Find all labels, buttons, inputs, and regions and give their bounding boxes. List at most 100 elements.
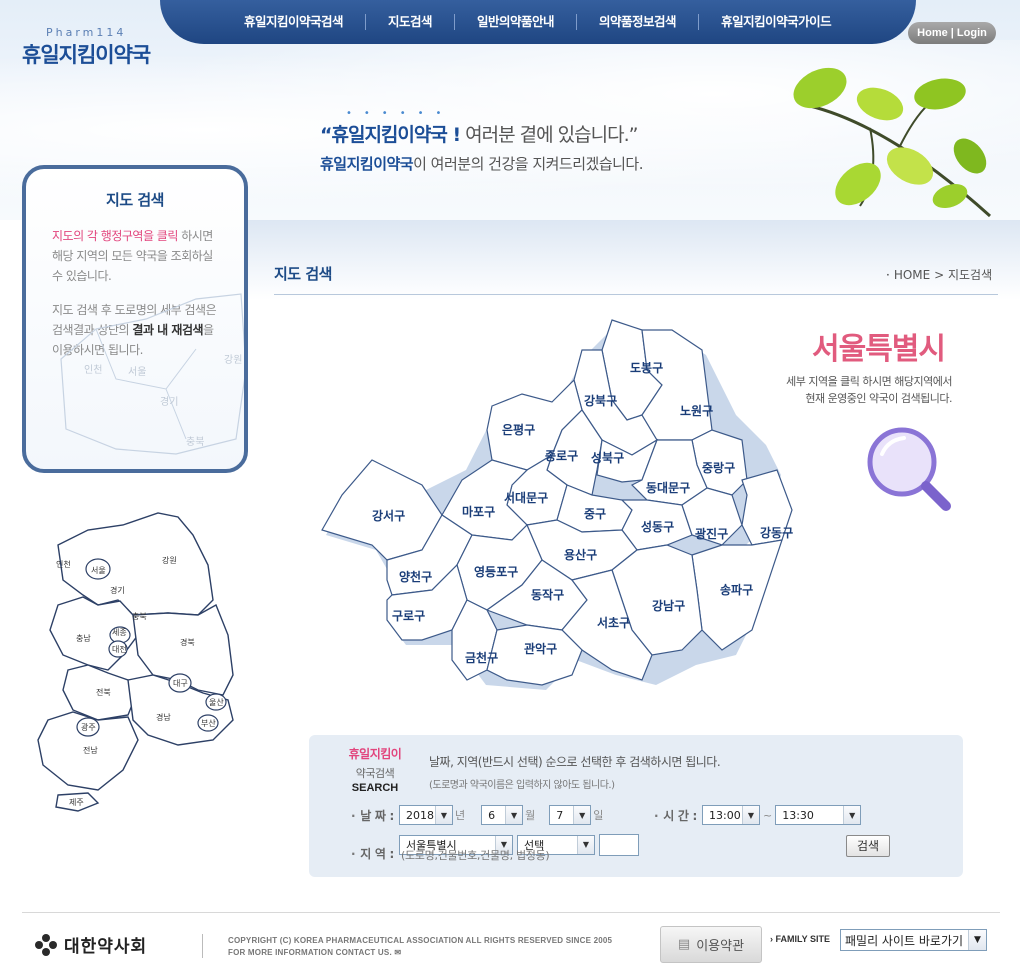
district-label-yeongdeungpo[interactable]: 영등포구 <box>474 564 518 579</box>
region-label-gyeongnam[interactable]: 경남 <box>156 712 171 722</box>
chevron-down-icon: ▼ <box>577 835 594 854</box>
region-label-gyeongbuk[interactable]: 경북 <box>180 637 195 647</box>
district-label-seocho[interactable]: 서초구 <box>597 615 630 630</box>
footer-logo: 대한약사회 <box>34 932 147 957</box>
district-label-gangdong[interactable]: 강동구 <box>760 526 793 540</box>
region-label-text: 지 역 : <box>360 847 395 861</box>
korea-province-map[interactable]: 인천 서울 경기 강원 충북 충남 세종 대전 경북 대구 전북 울산 경남 부… <box>28 505 243 815</box>
month-unit: 월 <box>525 809 536 822</box>
district-label-nowon[interactable]: 노원구 <box>680 404 713 418</box>
district-label-gangbuk[interactable]: 강북구 <box>584 394 617 408</box>
region-label-jeju[interactable]: 제주 <box>69 798 84 807</box>
district-label-geumcheon[interactable]: 금천구 <box>465 650 498 665</box>
home-login-button[interactable]: Home | Login <box>908 22 996 44</box>
district-label-eunpyeong[interactable]: 은평구 <box>502 423 535 437</box>
year-unit: 년 <box>455 809 466 822</box>
slogan-line-1-rest: 여러분 곁에 있습니다.” <box>460 124 638 146</box>
region-label-chungnam[interactable]: 충남 <box>76 634 91 643</box>
time-to-select[interactable]: 13:30 ▼ <box>775 805 862 825</box>
district-label-yongsan[interactable]: 용산구 <box>564 547 597 562</box>
date-label-text: 날 짜 : <box>360 808 395 823</box>
region-label-jeonnam[interactable]: 전남 <box>83 745 98 755</box>
region-label-gangwon[interactable]: 강원 <box>162 555 177 565</box>
map-search-info-panel: 인천 서울 경기 강원 충북 지도 검색 지도의 각 행정구역을 클릭 하시면 … <box>22 165 248 473</box>
district-label-gwangjin[interactable]: 광진구 <box>695 526 728 541</box>
breadcrumb-home[interactable]: HOME <box>894 268 930 282</box>
kpa-emblem-icon <box>35 933 57 956</box>
district-label-mapo[interactable]: 마포구 <box>462 504 495 519</box>
time-from-value: 13:00 <box>709 808 741 822</box>
footer-divider <box>22 912 1000 913</box>
district-label-yangcheon[interactable]: 양천구 <box>399 569 432 584</box>
content-header-background <box>248 220 1020 300</box>
nav-pharmacy-search[interactable]: 휴일지킴이약국검색 <box>222 14 367 30</box>
green-leaves-illustration <box>793 67 992 218</box>
chevron-down-icon: ▼ <box>742 806 759 824</box>
mail-icon[interactable]: ✉ <box>394 948 401 957</box>
logo-small-text: Pharm114 <box>46 26 127 39</box>
region-label-daejeon[interactable]: 대전 <box>112 644 127 654</box>
region-label-incheon[interactable]: 인천 <box>56 559 71 569</box>
district-label-seongdong[interactable]: 성동구 <box>641 520 674 534</box>
copyright-line-2-text: FOR MORE INFORMATION CONTACT US. <box>228 948 392 957</box>
district-label-gwanak[interactable]: 관악구 <box>524 641 557 656</box>
family-site-label-text: FAMILY SITE <box>775 934 831 944</box>
family-site-select[interactable]: 패밀리 사이트 바로가기 ▼ <box>840 929 987 951</box>
region-label-daegu[interactable]: 대구 <box>173 679 188 688</box>
month-select[interactable]: 6 ▼ <box>481 805 524 825</box>
time-to-value: 13:30 <box>782 808 814 822</box>
site-logo[interactable]: Pharm114 휴일지킴이약국 <box>22 26 151 69</box>
district-label-jung[interactable]: 중구 <box>584 507 606 521</box>
district-label-seongbuk[interactable]: 성북구 <box>591 451 624 465</box>
district-label-dongjak[interactable]: 동작구 <box>531 587 564 602</box>
main-navigation: 휴일지킴이약국검색 지도검색 일반의약품안내 의약품정보검색 휴일지킴이약국가이… <box>160 0 916 44</box>
district-label-dobong[interactable]: 도봉구 <box>630 361 663 375</box>
search-button[interactable]: 검색 <box>846 835 890 857</box>
district-label-dongdaemun[interactable]: 동대문구 <box>646 481 690 495</box>
nav-map-search[interactable]: 지도검색 <box>366 14 456 30</box>
region-label-chungbuk[interactable]: 충북 <box>132 612 147 621</box>
search-brand-line-1: 휴일지킴이 <box>348 747 402 761</box>
slogan-line-2: 휴일지킴이약국이 여러분의 건강을 지켜드리겠습니다. <box>320 153 643 174</box>
district-label-seodaemun[interactable]: 서대문구 <box>504 490 548 505</box>
search-guide-line-2: (도로명과 약국이름은 입력하지 않아도 됩니다.) <box>429 780 615 791</box>
seoul-district-map[interactable]: 도봉구 강북구 노원구 은평구 종로구 성북구 중랑구 동대문구 서대문구 강서… <box>312 310 832 710</box>
time-from-select[interactable]: 13:00 ▼ <box>702 805 760 825</box>
day-select[interactable]: 7 ▼ <box>549 805 592 825</box>
year-select[interactable]: 2018 ▼ <box>399 805 453 825</box>
district-label-songpa[interactable]: 송파구 <box>720 582 753 597</box>
terms-button[interactable]: ▤ 이용약관 <box>660 926 762 963</box>
region-label-gwangju[interactable]: 광주 <box>81 722 96 732</box>
nav-drug-info-search[interactable]: 의약품정보검색 <box>577 14 700 30</box>
panel-desc-highlight: 지도의 각 행정구역을 클릭 <box>52 229 178 243</box>
region-label: · 지 역 : <box>351 845 399 862</box>
district-label-gangseo[interactable]: 강서구 <box>372 508 405 523</box>
family-site-value: 패밀리 사이트 바로가기 <box>845 933 964 948</box>
district-label-guro[interactable]: 구로구 <box>392 609 425 623</box>
search-brand-line-2: 약국검색 <box>355 767 395 780</box>
banner-slogan: •••••• “휴일지킴이약국 ! 여러분 곁에 있습니다.” 휴일지킴이약국이… <box>320 108 643 174</box>
pharmacy-search-form: 휴일지킴이 약국검색 SEARCH 날짜, 지역(반드시 선택) 순으로 선택한… <box>309 735 963 877</box>
region-label-ulsan[interactable]: 울산 <box>209 697 224 707</box>
chevron-down-icon: ▼ <box>505 806 523 824</box>
region-label-gyeonggi[interactable]: 경기 <box>110 585 125 595</box>
nav-pharmacy-guide[interactable]: 휴일지킴이약국가이드 <box>699 14 853 30</box>
breadcrumb-separator: > <box>934 268 945 282</box>
nav-otc-guide[interactable]: 일반의약품안내 <box>455 14 578 30</box>
region-label-jeonbuk[interactable]: 전북 <box>96 687 111 697</box>
bg-label-chungbuk: 충북 <box>186 436 204 448</box>
panel-description: 지도의 각 행정구역을 클릭 하시면 해당 지역의 모든 약국을 조회하실 수 … <box>26 210 244 286</box>
district-label-gangnam[interactable]: 강남구 <box>652 598 685 613</box>
district-label-jungnang[interactable]: 중랑구 <box>702 461 735 475</box>
date-row: · 날 짜 : 2018 ▼ 년 6 ▼ 월 7 ▼ 일 <box>351 805 607 825</box>
district-label-jongno[interactable]: 종로구 <box>545 449 578 463</box>
region-label-sejong[interactable]: 세종 <box>112 628 127 637</box>
slogan-dots: •••••• <box>346 108 454 119</box>
region-label-busan[interactable]: 부산 <box>201 718 216 728</box>
copyright: COPYRIGHT (C) KOREA PHARMACEUTICAL ASSOC… <box>228 935 612 959</box>
month-value: 6 <box>488 808 496 822</box>
faded-region-map: 인천 서울 경기 강원 충북 <box>60 293 244 455</box>
region-label-seoul[interactable]: 서울 <box>91 566 106 575</box>
year-value: 2018 <box>406 808 434 822</box>
address-input[interactable] <box>599 833 639 856</box>
